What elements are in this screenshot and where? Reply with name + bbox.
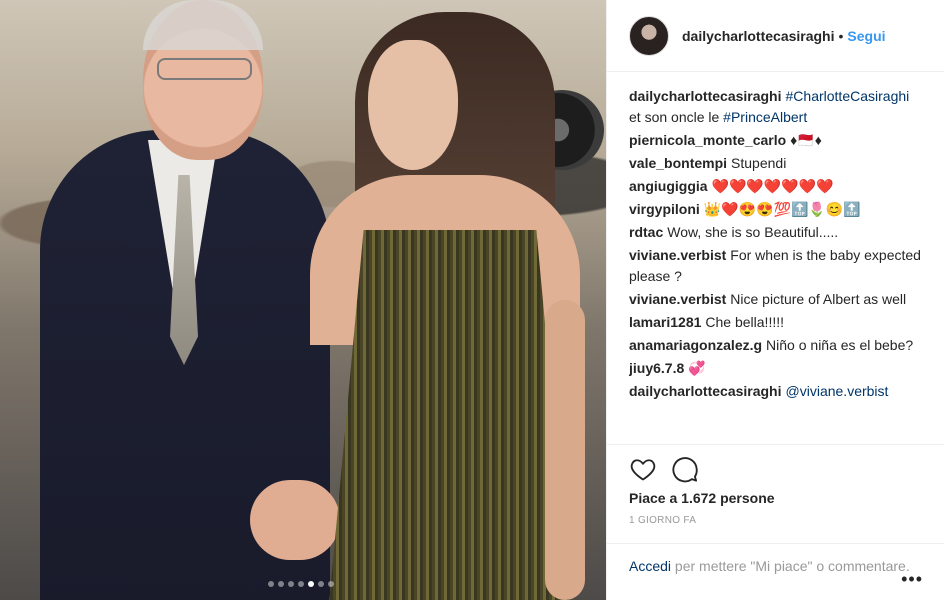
comment-item: rdtac Wow, she is so Beautiful..... [629,222,921,243]
avatar[interactable] [629,15,669,56]
comment-username[interactable]: viviane.verbist [629,247,726,263]
caption-hashtag[interactable]: #CharlotteCasiraghi [786,88,910,104]
follow-button[interactable]: Segui [847,28,885,44]
more-options-icon[interactable]: ••• [901,569,923,590]
comment-text: Che bella!!!!! [705,314,785,330]
login-link[interactable]: Accedi [629,558,671,574]
caption-text: et son oncle le [629,109,724,125]
caption-username[interactable]: dailycharlottecasiraghi [629,88,782,104]
post-actions: Piace a 1.672 persone 1 giorno fa Accedi… [607,444,944,600]
likes-count[interactable]: Piace a 1.672 persone [629,490,775,506]
comment-item: viviane.verbist Nice picture of Albert as… [629,289,921,310]
carousel-indicator [268,581,334,587]
comment-item: dailycharlottecasiraghi @viviane.verbist [629,381,921,402]
comment-text: ♦🇲🇨♦ [790,132,822,148]
comment-item: viviane.verbist For when is the baby expe… [629,245,921,287]
comment-text: Wow, she is so Beautiful..... [667,224,839,240]
comment-text: 👑❤️😍😍💯🔝🌷😊🔝 [703,201,861,217]
comment-text: Niño o niña es el bebe? [766,337,914,353]
comment-text: ❤️❤️❤️❤️❤️❤️❤️ [711,178,834,194]
comment-username[interactable]: vale_bontempi [629,155,727,171]
comments-list[interactable]: dailycharlottecasiraghi #CharlotteCasirag… [629,86,921,444]
caption: dailycharlottecasiraghi #CharlotteCasirag… [629,86,921,128]
comment-item: vale_bontempi Stupendi [629,153,921,174]
comment-username[interactable]: virgypiloni [629,201,700,217]
comment-username[interactable]: piernicola_monte_carlo [629,132,786,148]
carousel-dot [298,581,304,587]
header-username[interactable]: dailycharlottecasiraghi [682,28,835,44]
photo-woman-figure [300,0,590,600]
comment-username[interactable]: anamariagonzalez.g [629,337,762,353]
post-timestamp[interactable]: 1 giorno fa [629,515,696,526]
comment-username[interactable]: rdtac [629,224,663,240]
heart-icon[interactable] [629,455,657,483]
comment-text: 💞 [688,360,706,376]
comment-text: Stupendi [731,155,787,171]
comment-username[interactable]: dailycharlottecasiraghi [629,383,782,399]
header-separator: • [838,27,844,44]
comment-text: Nice picture of Albert as well [730,291,907,307]
carousel-dot [288,581,294,587]
comment-username[interactable]: lamari1281 [629,314,701,330]
comment-username[interactable]: viviane.verbist [629,291,726,307]
carousel-dot [278,581,284,587]
comment-item: piernicola_monte_carlo ♦🇲🇨♦ [629,130,921,151]
comment-username[interactable]: angiugiggia [629,178,708,194]
post-header: dailycharlottecasiraghi • Segui [607,0,944,72]
comment-item: angiugiggia ❤️❤️❤️❤️❤️❤️❤️ [629,176,921,197]
comment-username[interactable]: jiuy6.7.8 [629,360,684,376]
photo-man-figure [35,0,340,600]
add-comment-prompt: Accedi per mettere "Mi piace" o commenta… [607,543,944,576]
comment-item: lamari1281 Che bella!!!!! [629,312,921,333]
carousel-dot-active [308,581,314,587]
comment-mention[interactable]: @viviane.verbist [786,383,889,399]
comment-item: jiuy6.7.8 💞 [629,358,921,379]
comment-bubble-icon[interactable] [671,455,699,483]
comment-item: anamariagonzalez.g Niño o niña es el bebe… [629,335,921,356]
carousel-dot [268,581,274,587]
carousel-dot [328,581,334,587]
carousel-dot [318,581,324,587]
add-comment-text: per mettere "Mi piace" o commentare. [671,558,910,574]
post-photo[interactable] [0,0,606,600]
comment-item: virgypiloni 👑❤️😍😍💯🔝🌷😊🔝 [629,199,921,220]
post-side-panel: dailycharlottecasiraghi • Segui dailycha… [606,0,944,600]
caption-hashtag[interactable]: #PrinceAlbert [723,109,807,125]
